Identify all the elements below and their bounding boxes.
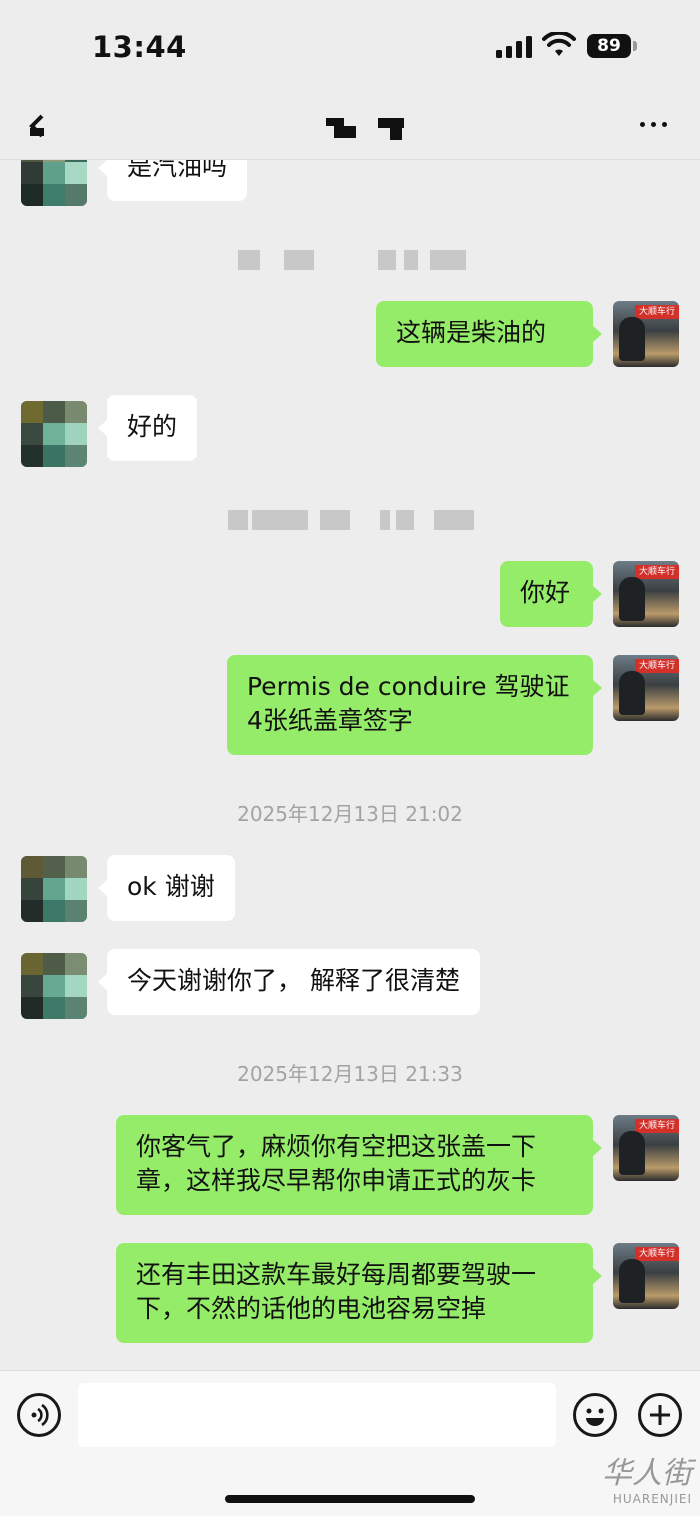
- home-indicator: [225, 1495, 475, 1503]
- self-avatar[interactable]: 大顺车行: [613, 655, 679, 721]
- status-bar: 13:44 89: [0, 0, 700, 96]
- voice-icon[interactable]: [17, 1393, 61, 1437]
- message-bubble-incoming[interactable]: 今天谢谢你了， 解释了很清楚: [98, 949, 480, 1015]
- message-bubble-outgoing[interactable]: 你好: [500, 561, 602, 627]
- emoji-icon[interactable]: [573, 1393, 617, 1437]
- message-bubble-incoming[interactable]: 是汽油吗: [97, 160, 248, 201]
- contact-avatar[interactable]: [21, 953, 87, 1019]
- message-bubble-incoming[interactable]: 好的: [97, 395, 198, 461]
- message-bubble-outgoing[interactable]: 你客气了，麻烦你有空把这张盖一下 章，这样我尽早帮你申请正式的灰卡: [116, 1115, 602, 1215]
- contact-name-redacted: [326, 118, 404, 140]
- message-list[interactable]: 是汽油吗 这辆是柴油的 大顺车行 好的 你好 大顺车行 Permis de co…: [0, 160, 700, 1370]
- wifi-icon: [542, 32, 576, 56]
- redacted-timestamp: [238, 250, 468, 270]
- message-bubble-outgoing[interactable]: Permis de conduire 驾驶证 4张纸盖章签字: [227, 655, 602, 755]
- self-avatar[interactable]: 大顺车行: [613, 561, 679, 627]
- contact-avatar[interactable]: [21, 856, 87, 922]
- avatar-shop-tag: 大顺车行: [635, 659, 679, 673]
- self-avatar[interactable]: 大顺车行: [613, 1243, 679, 1309]
- message-text-input[interactable]: [78, 1383, 556, 1447]
- self-avatar[interactable]: 大顺车行: [613, 301, 679, 367]
- plus-icon[interactable]: [638, 1393, 682, 1437]
- avatar-shop-tag: 大顺车行: [635, 1119, 679, 1133]
- avatar-shop-tag: 大顺车行: [635, 565, 679, 579]
- self-avatar[interactable]: 大顺车行: [613, 1115, 679, 1181]
- contact-avatar[interactable]: [21, 401, 87, 467]
- back-icon[interactable]: [22, 108, 58, 144]
- message-bubble-outgoing[interactable]: 这辆是柴油的: [376, 301, 602, 367]
- message-bubble-incoming[interactable]: ok 谢谢: [98, 855, 235, 921]
- battery-level: 89: [587, 34, 631, 58]
- avatar-shop-tag: 大顺车行: [635, 305, 679, 319]
- message-timestamp: 2025年12月13日 21:02: [237, 802, 463, 826]
- watermark: 华人街 HUARENJIEI: [602, 1456, 692, 1506]
- avatar-shop-tag: 大顺车行: [635, 1247, 679, 1261]
- message-timestamp: 2025年12月13日 21:33: [237, 1062, 463, 1086]
- cellular-signal-icon: [496, 36, 534, 58]
- message-bubble-outgoing[interactable]: 还有丰田这款车最好每周都要驾驶一 下，不然的话他的电池容易空掉: [116, 1243, 602, 1343]
- more-options-icon[interactable]: [636, 120, 672, 132]
- battery-tip: [633, 41, 637, 51]
- status-time: 13:44: [92, 30, 187, 64]
- contact-avatar[interactable]: [21, 160, 87, 206]
- chat-header: [0, 96, 700, 160]
- message-input-bar: 华人街 HUARENJIEI: [0, 1370, 700, 1516]
- redacted-timestamp: [228, 510, 478, 530]
